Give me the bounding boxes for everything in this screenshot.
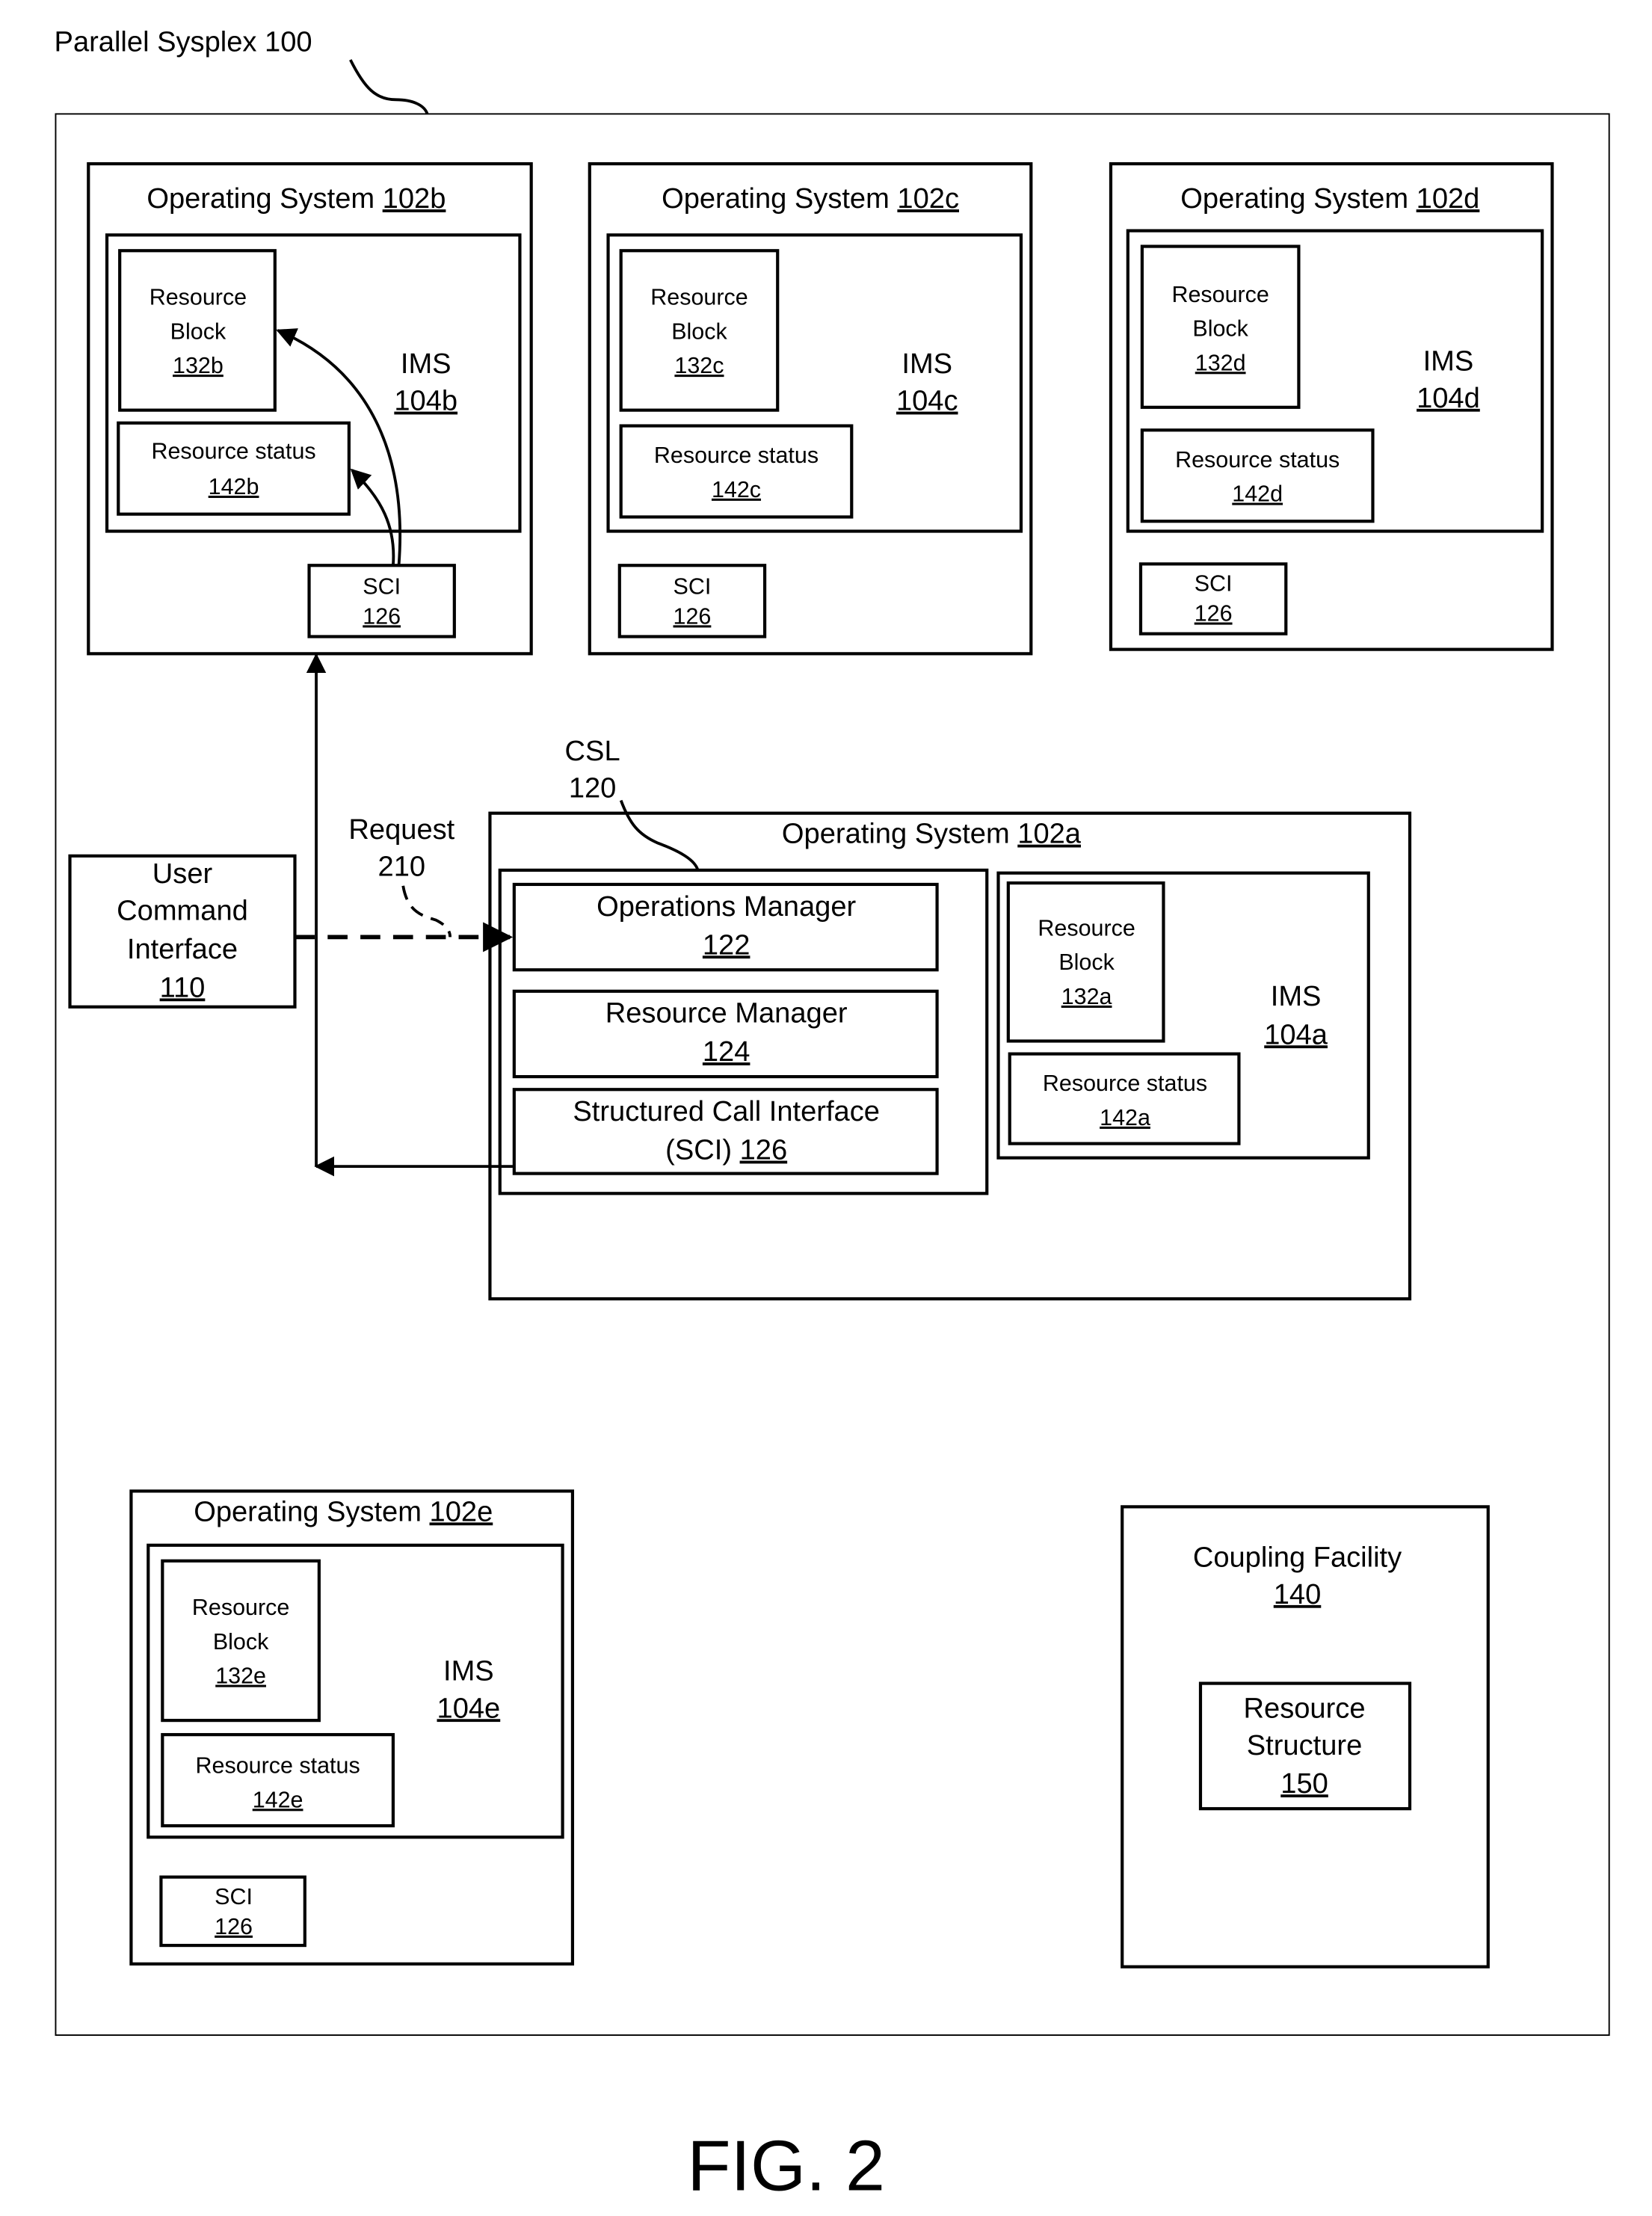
svg-text:126: 126 xyxy=(215,1914,253,1939)
svg-text:104e: 104e xyxy=(437,1693,501,1724)
svg-text:104c: 104c xyxy=(896,386,958,417)
svg-text:User: User xyxy=(152,858,213,890)
svg-text:Resource status: Resource status xyxy=(196,1753,360,1779)
svg-text:(SCI) 126: (SCI) 126 xyxy=(665,1135,787,1166)
svg-text:Resource: Resource xyxy=(1171,282,1269,307)
svg-text:Coupling Facility: Coupling Facility xyxy=(1193,1542,1402,1573)
os-102d: Operating System 102d IMS 104d Resource … xyxy=(1109,161,1554,651)
svg-text:142d: 142d xyxy=(1232,481,1283,507)
svg-text:SCI: SCI xyxy=(674,573,712,599)
svg-text:Resource: Resource xyxy=(150,285,247,310)
svg-text:Operating System 102a: Operating System 102a xyxy=(782,819,1082,850)
svg-text:Block: Block xyxy=(213,1629,269,1655)
svg-text:Structure: Structure xyxy=(1247,1730,1363,1761)
svg-text:Resource: Resource xyxy=(192,1595,289,1620)
svg-text:142c: 142c xyxy=(712,477,761,502)
svg-text:104d: 104d xyxy=(1417,383,1480,414)
svg-text:122: 122 xyxy=(703,929,751,961)
svg-text:150: 150 xyxy=(1280,1768,1328,1800)
os-102b-title: Operating System 102b xyxy=(147,183,446,215)
svg-text:126: 126 xyxy=(363,603,401,629)
svg-text:104a: 104a xyxy=(1264,1019,1328,1050)
svg-text:Block: Block xyxy=(1192,316,1248,342)
svg-text:Resource status: Resource status xyxy=(151,438,315,464)
sysplex-label: Parallel Sysplex 100 xyxy=(55,27,312,58)
svg-text:SCI: SCI xyxy=(363,573,401,599)
svg-text:Operating System 102e: Operating System 102e xyxy=(194,1496,493,1527)
svg-text:Block: Block xyxy=(1058,950,1115,975)
svg-text:124: 124 xyxy=(703,1036,751,1068)
svg-text:Interface: Interface xyxy=(127,934,238,965)
svg-text:Operating System 102d: Operating System 102d xyxy=(1180,183,1479,215)
parallel-sysplex-box xyxy=(55,113,1610,2037)
os-102e: Operating System 102e IMS 104e Resource … xyxy=(129,1489,575,1966)
coupling-facility-140: Coupling Facility 140 Resource Structure… xyxy=(1121,1505,1490,1969)
svg-text:Resource status: Resource status xyxy=(654,443,819,468)
svg-text:SCI: SCI xyxy=(1195,571,1233,597)
os-102a: Operating System 102a CSL 120 Operations… xyxy=(488,736,1412,1301)
svg-text:IMS: IMS xyxy=(1271,981,1322,1012)
arrow-sci-to-status xyxy=(350,468,395,566)
svg-text:110: 110 xyxy=(160,972,206,1003)
svg-text:140: 140 xyxy=(1274,1579,1322,1610)
svg-text:IMS: IMS xyxy=(1423,345,1474,377)
svg-text:IMS: IMS xyxy=(901,348,952,380)
csl-label: CSL xyxy=(565,736,620,767)
request-label: Request xyxy=(348,814,454,846)
figure-caption: FIG. 2 xyxy=(687,2127,885,2206)
ims-104b-ref: 104b xyxy=(394,386,457,417)
os-102b: Operating System 102b IMS 104b Resource … xyxy=(87,161,533,656)
os-102c: Operating System 102c IMS 104c Resource … xyxy=(588,161,1033,656)
svg-text:Resource status: Resource status xyxy=(1043,1071,1207,1096)
svg-text:Operations Manager: Operations Manager xyxy=(597,891,856,923)
svg-text:126: 126 xyxy=(674,603,712,629)
svg-text:Block: Block xyxy=(671,318,727,344)
svg-text:132b: 132b xyxy=(173,353,224,378)
user-command-interface-110: User Command Interface 110 xyxy=(68,854,297,1009)
svg-text:Resource: Resource xyxy=(1244,1693,1366,1724)
svg-text:Structured Call Interface: Structured Call Interface xyxy=(573,1096,880,1127)
svg-text:Command: Command xyxy=(117,896,248,927)
request-ref: 210 xyxy=(378,852,426,883)
resource-status-142b xyxy=(117,421,351,516)
svg-text:142e: 142e xyxy=(253,1787,303,1812)
diagram-canvas: Parallel Sysplex 100 Operating System 10… xyxy=(55,27,1610,2206)
svg-text:132c: 132c xyxy=(674,353,724,378)
svg-text:IMS: IMS xyxy=(443,1656,494,1687)
svg-text:Resource: Resource xyxy=(1038,916,1135,941)
svg-text:142a: 142a xyxy=(1100,1105,1150,1130)
ims-104b-label: IMS xyxy=(401,348,451,380)
svg-text:132e: 132e xyxy=(215,1663,266,1689)
ims-104b-box xyxy=(105,233,522,533)
csl-ref: 120 xyxy=(569,773,617,804)
svg-text:Resource: Resource xyxy=(650,285,748,310)
svg-text:Block: Block xyxy=(170,318,226,344)
svg-text:126: 126 xyxy=(1195,601,1233,627)
csl-leader-line xyxy=(619,799,700,871)
svg-text:132a: 132a xyxy=(1061,984,1112,1009)
svg-text:132d: 132d xyxy=(1195,350,1246,375)
svg-text:SCI: SCI xyxy=(215,1884,253,1909)
svg-text:Resource status: Resource status xyxy=(1175,447,1340,473)
request-leader-line xyxy=(401,885,452,938)
sysplex-leader-line xyxy=(349,59,429,115)
svg-text:Operating System 102c: Operating System 102c xyxy=(662,183,959,215)
svg-text:Resource Manager: Resource Manager xyxy=(605,998,848,1029)
svg-text:142b: 142b xyxy=(209,474,259,499)
